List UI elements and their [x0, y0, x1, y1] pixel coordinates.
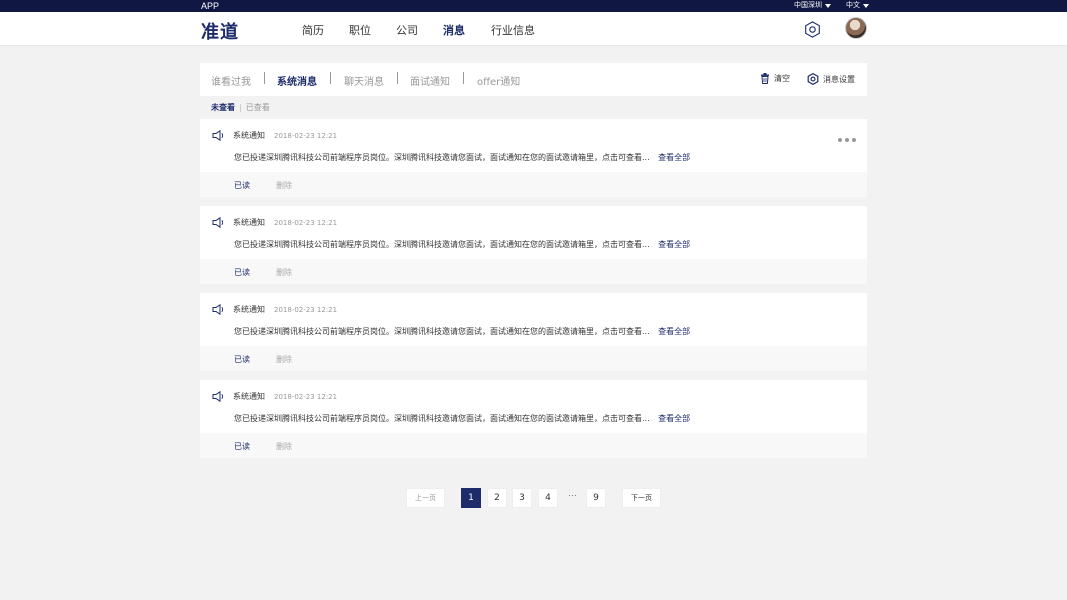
message-title: 系统通知	[233, 131, 265, 140]
message-body: 您已投递深圳腾讯科技公司前端程序员岗位。深圳腾讯科技邀请您面试，面试通知在您的面…	[234, 413, 690, 424]
view-all-link[interactable]: 查看全部	[658, 414, 690, 423]
language-label: 中文	[846, 2, 860, 9]
message-title: 系统通知	[233, 305, 265, 314]
message-text: 您已投递深圳腾讯科技公司前端程序员岗位。深圳腾讯科技邀请您面试，面试通知在您的面…	[234, 153, 650, 162]
filter-unread[interactable]: 未查看	[211, 102, 235, 113]
read-filter: 未查看 | 已查看	[211, 102, 270, 113]
tab-divider	[264, 72, 265, 84]
message-text: 您已投递深圳腾讯科技公司前端程序员岗位。深圳腾讯科技邀请您面试，面试通知在您的面…	[234, 327, 650, 336]
tab-system-messages[interactable]: 系统消息	[277, 73, 317, 88]
nav-item-jobs[interactable]: 职位	[349, 22, 371, 38]
pagination-ellipsis: ···	[568, 490, 577, 500]
page-button-2[interactable]: 2	[487, 488, 507, 508]
message-title: 系统通知	[233, 218, 265, 227]
tab-who-viewed-me[interactable]: 谁看过我	[211, 73, 251, 88]
page-button-1[interactable]: 1	[461, 488, 481, 508]
message-card: 系统通知 2018-02-23 12:21 您已投递深圳腾讯科技公司前端程序员岗…	[200, 206, 867, 284]
mark-read-button[interactable]: 已读	[234, 441, 250, 452]
tab-offer-notices[interactable]: offer通知	[477, 73, 520, 88]
speaker-icon	[212, 130, 224, 141]
message-time: 2018-02-23 12:21	[274, 305, 338, 314]
tab-divider	[463, 72, 464, 84]
message-body: 您已投递深圳腾讯科技公司前端程序员岗位。深圳腾讯科技邀请您面试，面试通知在您的面…	[234, 239, 690, 250]
message-text: 您已投递深圳腾讯科技公司前端程序员岗位。深圳腾讯科技邀请您面试，面试通知在您的面…	[234, 414, 650, 423]
message-actions: 已读 删除	[200, 433, 867, 458]
speaker-icon	[212, 391, 224, 402]
tab-divider	[397, 72, 398, 84]
message-time: 2018-02-23 12:21	[274, 218, 338, 227]
nav-item-company[interactable]: 公司	[396, 22, 418, 38]
message-header: 系统通知 2018-02-23 12:21	[212, 217, 337, 228]
message-title: 系统通知	[233, 392, 265, 401]
city-dropdown[interactable]: 中国深圳	[794, 0, 831, 12]
view-all-link[interactable]: 查看全部	[658, 153, 690, 162]
prev-page-button[interactable]: 上一页	[406, 488, 445, 508]
view-all-link[interactable]: 查看全部	[658, 240, 690, 249]
message-time: 2018-02-23 12:21	[274, 392, 338, 401]
speaker-icon	[212, 304, 224, 315]
clear-label: 清空	[774, 74, 790, 83]
message-header: 系统通知 2018-02-23 12:21	[212, 304, 337, 315]
city-label: 中国深圳	[794, 2, 822, 9]
message-body: 您已投递深圳腾讯科技公司前端程序员岗位。深圳腾讯科技邀请您面试，面试通知在您的面…	[234, 152, 690, 163]
clear-button[interactable]: 清空	[760, 73, 790, 84]
top-strip: APP 中国深圳 中文	[0, 0, 1067, 12]
delete-button[interactable]: 删除	[276, 180, 292, 191]
message-settings-button[interactable]: 消息设置	[807, 73, 855, 85]
message-actions: 已读 删除	[200, 172, 867, 197]
delete-button[interactable]: 删除	[276, 441, 292, 452]
message-time: 2018-02-23 12:21	[274, 131, 338, 140]
settings-gear-icon[interactable]	[804, 21, 821, 38]
chevron-down-icon	[825, 4, 831, 8]
main-nav: 准道 简历 职位 公司 消息 行业信息	[0, 12, 1067, 46]
more-options-icon[interactable]	[838, 138, 856, 142]
message-header: 系统通知 2018-02-23 12:21	[212, 130, 337, 141]
message-actions: 已读 删除	[200, 259, 867, 284]
message-settings-label: 消息设置	[823, 74, 855, 84]
page-button-4[interactable]: 4	[538, 488, 558, 508]
message-tabs: 谁看过我 系统消息 聊天消息 面试通知 offer通知 清空 消息设置	[200, 63, 867, 96]
mark-read-button[interactable]: 已读	[234, 267, 250, 278]
mark-read-button[interactable]: 已读	[234, 180, 250, 191]
message-body: 您已投递深圳腾讯科技公司前端程序员岗位。深圳腾讯科技邀请您面试，面试通知在您的面…	[234, 326, 690, 337]
gear-icon	[807, 73, 819, 85]
speaker-icon	[212, 217, 224, 228]
delete-button[interactable]: 删除	[276, 267, 292, 278]
delete-button[interactable]: 删除	[276, 354, 292, 365]
next-page-button[interactable]: 下一页	[622, 488, 661, 508]
message-card: 系统通知 2018-02-23 12:21 您已投递深圳腾讯科技公司前端程序员岗…	[200, 293, 867, 371]
tab-divider	[330, 72, 331, 84]
tab-chat-messages[interactable]: 聊天消息	[344, 73, 384, 88]
tab-interview-notices[interactable]: 面试通知	[410, 73, 450, 88]
logo[interactable]: 准道	[201, 18, 239, 44]
message-card: 系统通知 2018-02-23 12:21 您已投递深圳腾讯科技公司前端程序员岗…	[200, 380, 867, 458]
trash-icon	[761, 73, 769, 84]
message-header: 系统通知 2018-02-23 12:21	[212, 391, 337, 402]
message-text: 您已投递深圳腾讯科技公司前端程序员岗位。深圳腾讯科技邀请您面试，面试通知在您的面…	[234, 240, 650, 249]
nav-item-resume[interactable]: 简历	[302, 22, 324, 38]
app-link[interactable]: APP	[201, 0, 219, 12]
chevron-down-icon	[863, 4, 869, 8]
avatar[interactable]	[845, 17, 867, 39]
filter-divider: |	[239, 103, 242, 112]
filter-read[interactable]: 已查看	[246, 102, 270, 113]
message-card: 系统通知 2018-02-23 12:21 您已投递深圳腾讯科技公司前端程序员岗…	[200, 119, 867, 197]
page-button-9[interactable]: 9	[586, 488, 606, 508]
page-button-3[interactable]: 3	[512, 488, 532, 508]
nav-item-messages[interactable]: 消息	[443, 22, 465, 38]
view-all-link[interactable]: 查看全部	[658, 327, 690, 336]
language-dropdown[interactable]: 中文	[846, 0, 869, 12]
mark-read-button[interactable]: 已读	[234, 354, 250, 365]
message-actions: 已读 删除	[200, 346, 867, 371]
nav-item-industry[interactable]: 行业信息	[491, 22, 535, 38]
